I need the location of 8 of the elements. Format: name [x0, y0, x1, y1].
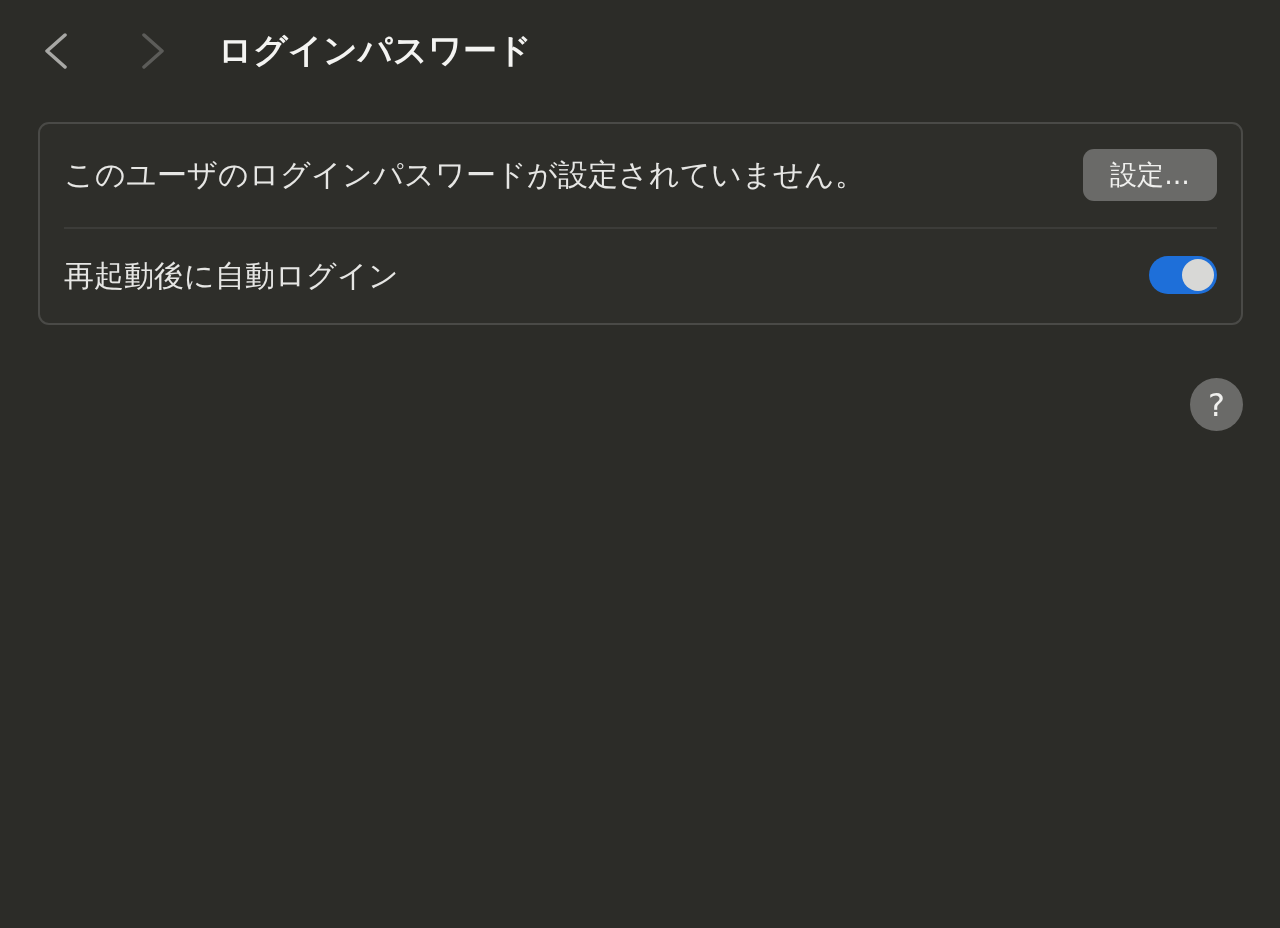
set-button[interactable]: 設定... [1083, 148, 1217, 201]
forward-chevron-icon [140, 33, 166, 69]
setting-label: このユーザのログインパスワードが設定されていません。 [64, 156, 865, 194]
back-chevron-icon [43, 33, 69, 69]
setting-label: 再起動後に自動ログイン [64, 256, 399, 295]
toggle-switch[interactable] [1149, 256, 1217, 294]
window-title: ログインパスワード [218, 29, 532, 72]
help-button[interactable]: ? [1190, 378, 1243, 431]
